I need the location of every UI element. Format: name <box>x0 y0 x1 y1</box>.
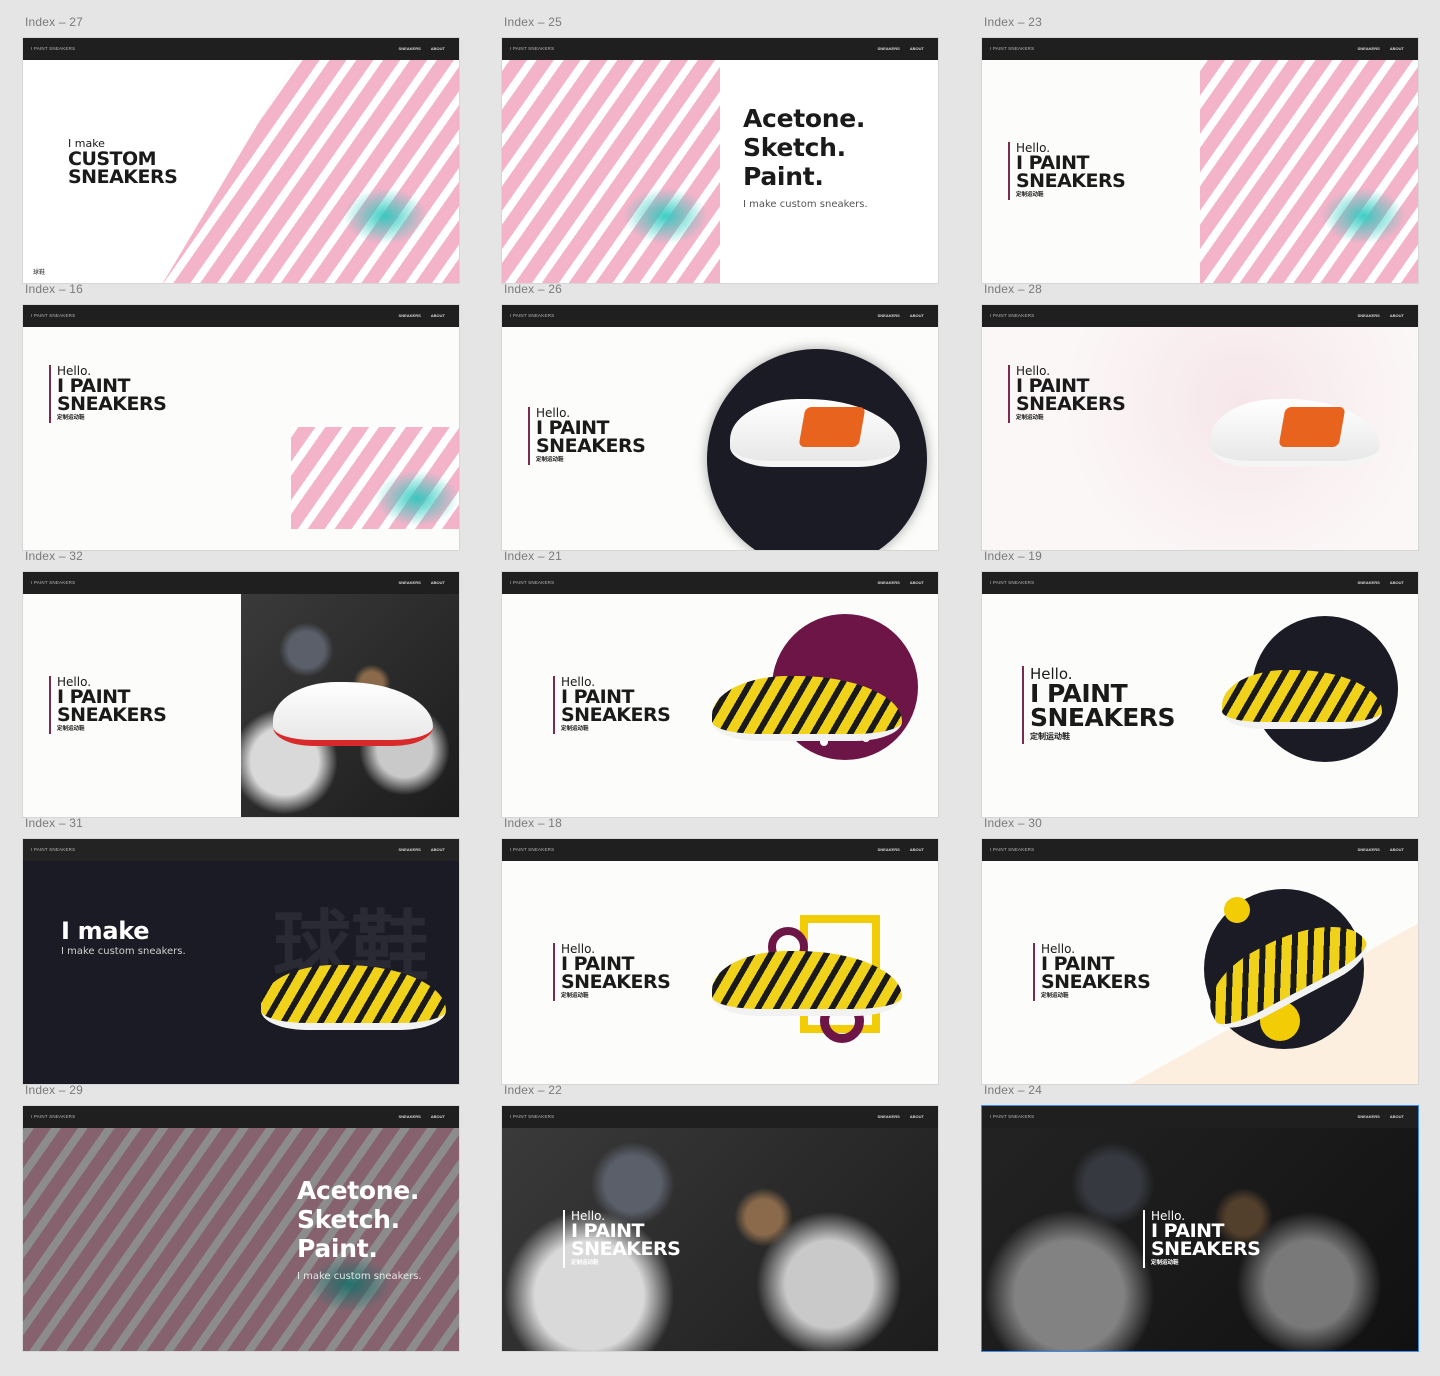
nav-sneakers[interactable]: SNEAKERS <box>878 1114 900 1119</box>
nav-about[interactable]: ABOUT <box>910 580 924 585</box>
artboard-label[interactable]: Index – 23 <box>984 15 1042 29</box>
artboard-index-18[interactable]: Index – 18 I PAINT SNEAKERS SNEAKERS ABOUT… <box>502 801 938 1084</box>
nav-about[interactable]: ABOUT <box>1390 1114 1404 1119</box>
artboard-index-32[interactable]: Index – 32 I PAINT SNEAKERS SNEAKERS ABOUT… <box>23 534 459 817</box>
nav-about[interactable]: ABOUT <box>1390 580 1404 585</box>
nav-about[interactable]: ABOUT <box>431 313 445 318</box>
nav-sneakers[interactable]: SNEAKERS <box>399 313 421 318</box>
artboard-label[interactable]: Index – 30 <box>984 816 1042 830</box>
artboard-index-27[interactable]: Index – 27 I PAINT SNEAKERS SNEAKERS ABOU… <box>23 0 459 283</box>
nav-about[interactable]: ABOUT <box>910 313 924 318</box>
artboard-label[interactable]: Index – 16 <box>25 282 83 296</box>
brand-logo[interactable]: I PAINT SNEAKERS <box>990 1114 1034 1119</box>
artboard-label[interactable]: Index – 21 <box>504 549 562 563</box>
brand-logo[interactable]: I PAINT SNEAKERS <box>31 1114 75 1119</box>
hero-text: Hello. I PAINT SNEAKERS 定制运动鞋 <box>49 365 167 423</box>
brand-logo[interactable]: I PAINT SNEAKERS <box>31 847 75 852</box>
artboard-index-28[interactable]: Index – 28 I PAINT SNEAKERS SNEAKERS ABOUT… <box>982 267 1418 550</box>
artboard-label[interactable]: Index – 31 <box>25 816 83 830</box>
brand-logo[interactable]: I PAINT SNEAKERS <box>31 46 75 51</box>
nav-sneakers[interactable]: SNEAKERS <box>1358 847 1380 852</box>
artboard-index-30[interactable]: Index – 30 I PAINT SNEAKERS SNEAKERS ABOUT… <box>982 801 1418 1084</box>
yellow-dot <box>1224 897 1250 923</box>
nav-sneakers[interactable]: SNEAKERS <box>399 580 421 585</box>
nav-sneakers[interactable]: SNEAKERS <box>399 847 421 852</box>
sneaker-photo <box>291 427 459 529</box>
artboard-label[interactable]: Index – 32 <box>25 549 83 563</box>
artboard-index-26[interactable]: Index – 26 I PAINT SNEAKERS SNEAKERS ABOUT… <box>502 267 938 550</box>
hero-text: Hello. I PAINT SNEAKERS 定制运动鞋 <box>49 676 167 734</box>
nav-sneakers[interactable]: SNEAKERS <box>878 847 900 852</box>
brand-logo[interactable]: I PAINT SNEAKERS <box>31 313 75 318</box>
orange-graffiti <box>1278 407 1346 447</box>
artboard-index-16[interactable]: Index – 16 I PAINT SNEAKERS SNEAKERS ABOUT… <box>23 267 459 550</box>
artboard-index-22[interactable]: Index – 22 I PAINT SNEAKERS SNEAKERS ABOUT… <box>502 1068 938 1351</box>
top-nav-bar: I PAINT SNEAKERS SNEAKERS ABOUT <box>23 38 459 60</box>
nav-sneakers[interactable]: SNEAKERS <box>878 580 900 585</box>
nav-about[interactable]: ABOUT <box>431 580 445 585</box>
hero-text: Hello. I PAINT SNEAKERS 定制运动鞋 <box>1022 666 1176 744</box>
artboard-label[interactable]: Index – 29 <box>25 1083 83 1097</box>
nav-sneakers[interactable]: SNEAKERS <box>1358 580 1380 585</box>
nav-about[interactable]: ABOUT <box>431 1114 445 1119</box>
brand-logo[interactable]: I PAINT SNEAKERS <box>990 580 1034 585</box>
sneaker-photo <box>502 60 720 283</box>
nav-sneakers[interactable]: SNEAKERS <box>878 313 900 318</box>
artboard-index-21[interactable]: Index – 21 I PAINT SNEAKERS SNEAKERS ABOUT… <box>502 534 938 817</box>
acetone-heading: Acetone. Sketch. Paint. I make custom sn… <box>297 1176 422 1282</box>
nav-about[interactable]: ABOUT <box>1390 313 1404 318</box>
nav-sneakers[interactable]: SNEAKERS <box>1358 46 1380 51</box>
artboard-label[interactable]: Index – 24 <box>984 1083 1042 1097</box>
brand-logo[interactable]: I PAINT SNEAKERS <box>510 580 554 585</box>
orange-graffiti <box>798 407 866 447</box>
artboard-index-31[interactable]: Index – 31 I PAINT SNEAKERS SNEAKERS ABOUT… <box>23 801 459 1084</box>
sneaker-photo <box>1200 60 1418 283</box>
hero-text: I make CUSTOM SNEAKERS <box>68 137 178 188</box>
hero-text: Hello. I PAINT SNEAKERS 定制运动鞋 <box>563 1210 681 1268</box>
nav-about[interactable]: ABOUT <box>910 847 924 852</box>
hero-text: Hello. I PAINT SNEAKERS 定制运动鞋 <box>1008 365 1126 423</box>
brand-logo[interactable]: I PAINT SNEAKERS <box>510 1114 554 1119</box>
artboard-index-19[interactable]: Index – 19 I PAINT SNEAKERS SNEAKERS ABOUT… <box>982 534 1418 817</box>
nav-sneakers[interactable]: SNEAKERS <box>878 46 900 51</box>
nav-about[interactable]: ABOUT <box>1390 46 1404 51</box>
nav-sneakers[interactable]: SNEAKERS <box>1358 1114 1380 1119</box>
nav-sneakers[interactable]: SNEAKERS <box>399 46 421 51</box>
brand-logo[interactable]: I PAINT SNEAKERS <box>990 46 1034 51</box>
artboard-index-24[interactable]: Index – 24 I PAINT SNEAKERS SNEAKERS ABOUT… <box>982 1068 1418 1351</box>
artboard-label[interactable]: Index – 26 <box>504 282 562 296</box>
brand-logo[interactable]: I PAINT SNEAKERS <box>510 46 554 51</box>
nav-about[interactable]: ABOUT <box>910 1114 924 1119</box>
nav-about[interactable]: ABOUT <box>910 46 924 51</box>
acetone-heading: Acetone. Sketch. Paint. I make custom sn… <box>743 104 868 210</box>
artboard-label[interactable]: Index – 28 <box>984 282 1042 296</box>
nav-about[interactable]: ABOUT <box>431 847 445 852</box>
nav-sneakers[interactable]: SNEAKERS <box>399 1114 421 1119</box>
sneaker-photo <box>163 60 459 283</box>
artboard-label[interactable]: Index – 18 <box>504 816 562 830</box>
artboard-index-23[interactable]: Index – 23 I PAINT SNEAKERS SNEAKERS ABOUT… <box>982 0 1418 283</box>
hero-text: I make I make custom sneakers. <box>61 917 186 957</box>
hero-text: Hello. I PAINT SNEAKERS 定制运动鞋 <box>1033 943 1151 1001</box>
nav-about[interactable]: ABOUT <box>1390 847 1404 852</box>
brand-logo[interactable]: I PAINT SNEAKERS <box>31 580 75 585</box>
brand-logo[interactable]: I PAINT SNEAKERS <box>990 847 1034 852</box>
artboard-label[interactable]: Index – 22 <box>504 1083 562 1097</box>
hero-text: Hello. I PAINT SNEAKERS 定制运动鞋 <box>528 407 646 465</box>
artboard-label[interactable]: Index – 19 <box>984 549 1042 563</box>
brand-logo[interactable]: I PAINT SNEAKERS <box>510 313 554 318</box>
artboard-index-29[interactable]: Index – 29 I PAINT SNEAKERS SNEAKERS ABOUT… <box>23 1068 459 1351</box>
brand-logo[interactable]: I PAINT SNEAKERS <box>510 847 554 852</box>
artboard-index-25[interactable]: Index – 25 I PAINT SNEAKERS SNEAKERS ABOUT… <box>502 0 938 283</box>
brand-logo[interactable]: I PAINT SNEAKERS <box>990 313 1034 318</box>
hero-text: Hello. I PAINT SNEAKERS 定制运动鞋 <box>1008 142 1126 200</box>
nav-sneakers[interactable]: SNEAKERS <box>1358 313 1380 318</box>
nav-about[interactable]: ABOUT <box>431 46 445 51</box>
artboard-label[interactable]: Index – 25 <box>504 15 562 29</box>
hero-text: Hello. I PAINT SNEAKERS 定制运动鞋 <box>553 943 671 1001</box>
artboard-label[interactable]: Index – 27 <box>25 15 83 29</box>
hero-text: Hello. I PAINT SNEAKERS 定制运动鞋 <box>1143 1210 1261 1268</box>
hero-text: Hello. I PAINT SNEAKERS 定制运动鞋 <box>553 676 671 734</box>
